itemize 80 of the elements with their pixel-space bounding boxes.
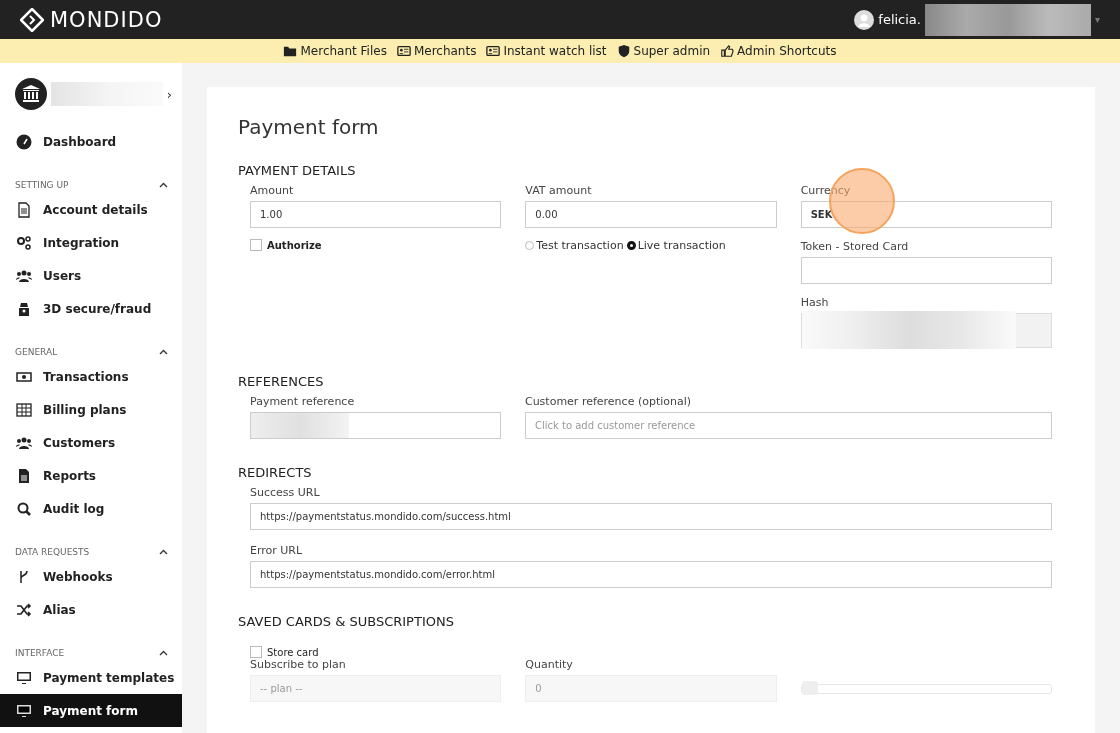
authorize-checkbox[interactable]: Authorize: [250, 239, 502, 251]
slider-thumb[interactable]: [801, 681, 818, 695]
sidebar-icon: [16, 401, 32, 418]
diamond-logo-icon: [20, 7, 44, 32]
nav-icon: [283, 44, 298, 58]
sidebar-item[interactable]: 3D secure/fraud: [0, 292, 182, 325]
checkbox-square[interactable]: [250, 239, 262, 251]
sidebar-item[interactable]: Dashboard: [0, 125, 182, 158]
avatar-icon: [854, 9, 875, 30]
field-label: Success URL: [250, 486, 321, 499]
sidebar-icon: [16, 702, 32, 719]
currency-field[interactable]: SEK: [800, 201, 1052, 228]
field-label: Payment reference: [250, 395, 356, 408]
field-label: Quantity: [525, 658, 574, 671]
section-header: GENERAL: [15, 347, 58, 357]
section-header: DATA REQUESTS: [15, 547, 90, 557]
section-heading: REFERENCES: [238, 374, 325, 389]
field-label: Token - Stored Card: [800, 240, 910, 253]
customer-reference-field[interactable]: Click to add customer reference: [524, 412, 1052, 439]
transaction-radio[interactable]: Live transaction: [626, 239, 726, 252]
nav-link[interactable]: Instant watch list: [486, 44, 607, 58]
sidebar-item[interactable]: Customers: [0, 426, 182, 459]
sidebar-icon: [16, 201, 32, 218]
sidebar-icon: [16, 300, 32, 317]
sidebar-item[interactable]: Billing plans: [0, 393, 182, 426]
nav-icon: [486, 44, 501, 58]
field-label: Customer reference (optional): [524, 395, 693, 408]
collapse-caret-icon[interactable]: [159, 182, 168, 188]
sidebar-item[interactable]: Audit log: [0, 492, 182, 525]
sidebar-item[interactable]: Account details: [0, 193, 182, 226]
collapse-caret-icon[interactable]: [159, 549, 168, 555]
store-card-checkbox[interactable]: Store card: [250, 646, 1052, 658]
payment-reference-field[interactable]: [250, 412, 501, 439]
token-field[interactable]: [800, 257, 1052, 284]
bank-icon: [15, 78, 47, 110]
sidebar-item[interactable]: Reports: [0, 459, 182, 492]
sidebar-item[interactable]: Payment form: [0, 694, 182, 727]
nav-link[interactable]: Super admin: [616, 44, 711, 58]
field-label: VAT amount: [525, 184, 593, 197]
nav-icon: [720, 44, 735, 58]
field-label: Hash: [800, 296, 830, 309]
section-header: INTERFACE: [15, 648, 65, 658]
sidebar-item[interactable]: Webhooks: [0, 560, 182, 593]
section-heading: SAVED CARDS & SUBSCRIPTIONS: [238, 614, 455, 629]
amount-field[interactable]: 1.00: [250, 201, 502, 228]
field-label: Subscribe to plan: [250, 658, 347, 671]
sidebar-icon: [16, 133, 32, 150]
nav-link[interactable]: Admin Shortcuts: [720, 44, 837, 58]
error-url-field[interactable]: https://paymentstatus.mondido.com/error.html: [250, 561, 1052, 588]
section-header: SETTING UP: [15, 180, 69, 190]
nav-icon: [396, 44, 411, 58]
collapse-caret-icon[interactable]: [159, 349, 168, 355]
page-title: Payment form: [238, 115, 380, 139]
nav-link[interactable]: Merchants: [396, 44, 477, 58]
sidebar-icon: [16, 500, 32, 517]
section-heading: REDIRECTS: [238, 465, 313, 480]
collapse-caret-icon[interactable]: [159, 650, 168, 656]
account-switcher[interactable]: ›: [0, 63, 182, 125]
nav-icon: [616, 44, 631, 58]
sidebar-item[interactable]: Integration: [0, 226, 182, 259]
sidebar-item[interactable]: Users: [0, 259, 182, 292]
hash-field[interactable]: [800, 313, 1052, 348]
sidebar-icon: [16, 669, 32, 686]
sidebar-icon: [16, 234, 32, 251]
sidebar-item[interactable]: Alias: [0, 593, 182, 626]
sidebar-item[interactable]: Transactions: [0, 360, 182, 393]
checkbox-square[interactable]: [250, 646, 262, 658]
sidebar-icon: [16, 467, 32, 484]
vat-amount-field[interactable]: 0.00: [525, 201, 777, 228]
section-heading: PAYMENT DETAILS: [238, 163, 357, 178]
sidebar-icon: [16, 601, 32, 618]
field-label: Error URL: [250, 544, 304, 557]
radio-circle[interactable]: [626, 241, 636, 250]
transaction-radio[interactable]: Test transaction: [525, 239, 624, 252]
user-menu[interactable]: felicia. ▾: [854, 3, 1100, 36]
nav-link[interactable]: Merchant Files: [283, 44, 387, 58]
logo-wordmark: MONDIDO: [50, 7, 163, 32]
field-label: Amount: [250, 184, 295, 197]
success-url-field[interactable]: https://paymentstatus.mondido.com/success.html: [250, 503, 1052, 530]
sidebar-item[interactable]: Payment templates: [0, 661, 182, 694]
